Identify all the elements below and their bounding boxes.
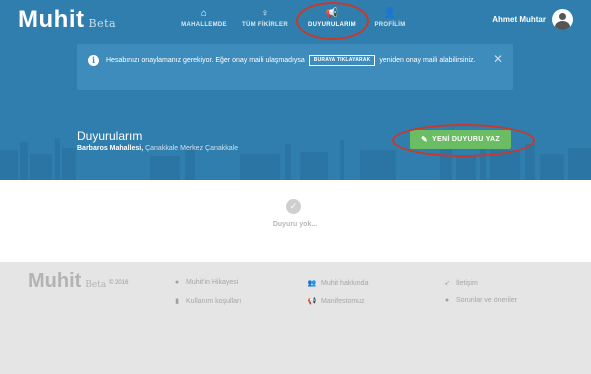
circle-icon: ● <box>174 279 180 286</box>
send-icon: ➶ <box>444 280 450 287</box>
verification-alert: i Hesabınızı onaylamanız gerekiyor. Eğer… <box>77 44 513 90</box>
bug-icon: ● <box>444 297 450 304</box>
footer-link-kullanim[interactable]: ▮ Kullanım koşulları <box>172 297 241 306</box>
hero-header: Muhit Beta ⌂ MAHALLEMDE ♀ TÜM FİKİRLER 📢 … <box>0 0 591 180</box>
info-icon: i <box>88 55 99 66</box>
footer-link-hikaye[interactable]: ● Muhit'in Hikayesi <box>172 279 238 286</box>
megaphone-icon: 📢 <box>307 298 317 305</box>
users-icon: 👥 <box>307 280 317 287</box>
footer-link-manifesto[interactable]: 📢 Manifestomuz <box>307 297 365 306</box>
copyright: © 2016 <box>109 280 129 286</box>
footer-link-hakkinda[interactable]: 👥 Muhit hakkında <box>307 279 369 288</box>
nav-item-mahallemde[interactable]: ⌂ MAHALLEMDE <box>172 8 236 28</box>
top-navbar: Muhit Beta ⌂ MAHALLEMDE ♀ TÜM FİKİRLER 📢 … <box>0 0 591 40</box>
alert-message: Hesabınızı onaylamanız gerekiyor. Eğer o… <box>106 54 476 66</box>
highlight-circle-button <box>392 124 535 157</box>
close-icon[interactable]: ✕ <box>493 53 503 66</box>
footer-logo[interactable]: Muhit Beta <box>28 270 106 293</box>
breadcrumb: Barbaros Mahallesi, Çanakkale Merkez Çan… <box>77 145 239 152</box>
footer-link-iletisim[interactable]: ➶ İletişim <box>442 279 478 288</box>
footer-link-sorunlar[interactable]: ● Sorunlar ve öneriler <box>442 297 517 304</box>
user-menu[interactable]: Ahmet Muhtar <box>492 9 573 30</box>
page-title: Duyurularım <box>77 129 143 143</box>
user-name: Ahmet Muhtar <box>492 15 546 24</box>
empty-state-text: Duyuru yok... <box>272 221 318 228</box>
resend-confirmation-button[interactable]: BURAYA TIKLAYARAK <box>308 54 376 66</box>
home-icon: ⌂ <box>200 8 208 19</box>
document-icon: ▮ <box>175 298 179 305</box>
lightbulb-icon: ♀ <box>261 8 269 19</box>
brand-logo[interactable]: Muhit Beta <box>18 6 116 34</box>
highlight-circle-nav <box>296 2 369 40</box>
avatar <box>552 9 573 30</box>
nav-item-tum-fikirler[interactable]: ♀ TÜM FİKİRLER <box>233 8 297 28</box>
check-circle-icon: ✓ <box>286 199 301 214</box>
